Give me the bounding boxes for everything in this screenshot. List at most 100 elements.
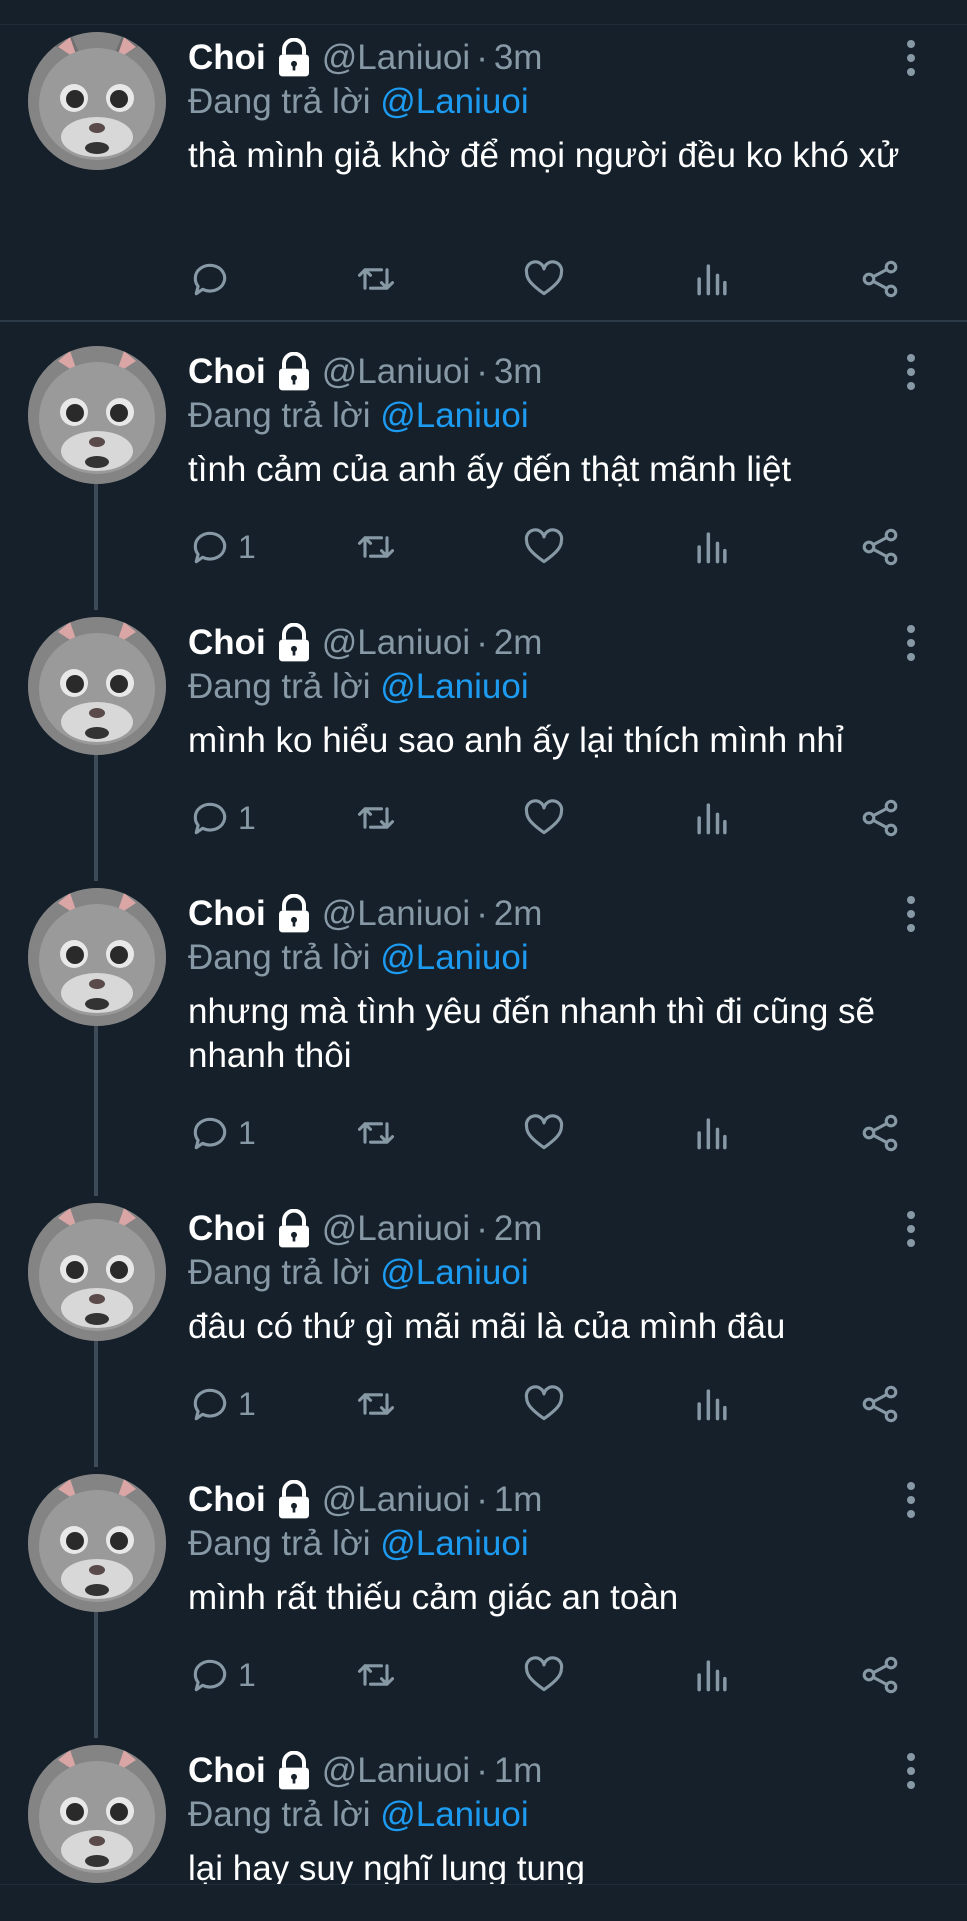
handle[interactable]: @Laniuoi — [322, 621, 470, 665]
timestamp[interactable]: 2m — [494, 621, 543, 665]
like-button[interactable] — [522, 1650, 566, 1700]
avatar[interactable] — [28, 346, 166, 484]
more-vertical-icon[interactable] — [896, 1478, 926, 1522]
handle[interactable]: @Laniuoi — [322, 1478, 470, 1522]
reply-icon — [193, 1659, 227, 1692]
replying-to: Đang trả lời @Laniuoi — [188, 80, 529, 124]
lock-icon — [278, 352, 309, 391]
mention-link[interactable]: @Laniuoi — [380, 1253, 528, 1292]
timestamp[interactable]: 3m — [494, 350, 543, 394]
mention-link[interactable]: @Laniuoi — [380, 667, 528, 706]
retweet-button[interactable] — [354, 522, 398, 572]
heart-icon — [524, 528, 564, 564]
handle[interactable]: @Laniuoi — [322, 1207, 470, 1251]
reply-button[interactable]: 1 — [188, 793, 256, 843]
share-button[interactable] — [858, 1108, 902, 1158]
tweet-actions: 1 — [188, 1379, 928, 1429]
timestamp[interactable]: 1m — [494, 1478, 543, 1522]
timestamp[interactable]: 1m — [494, 1749, 543, 1793]
more-vertical-icon[interactable] — [896, 621, 926, 665]
views-button[interactable] — [690, 1379, 734, 1429]
views-button[interactable] — [690, 1108, 734, 1158]
tweet-separator — [0, 320, 967, 322]
display-name[interactable]: Choi — [188, 1207, 266, 1251]
avatar[interactable] — [28, 32, 166, 170]
reply-button[interactable]: 1 — [188, 1650, 256, 1700]
heart-icon — [524, 1114, 564, 1150]
retweet-button[interactable] — [354, 793, 398, 843]
top-divider — [0, 24, 967, 25]
share-icon — [862, 1114, 898, 1152]
share-button[interactable] — [858, 793, 902, 843]
like-button[interactable] — [522, 254, 566, 304]
mention-link[interactable]: @Laniuoi — [380, 82, 528, 121]
heart-icon — [524, 799, 564, 835]
avatar[interactable] — [28, 888, 166, 1026]
share-button[interactable] — [858, 522, 902, 572]
avatar[interactable] — [28, 1474, 166, 1612]
display-name[interactable]: Choi — [188, 1749, 266, 1793]
timestamp[interactable]: 2m — [494, 892, 543, 936]
retweet-icon — [357, 1664, 395, 1686]
timestamp[interactable]: 3m — [494, 36, 543, 80]
more-vertical-icon[interactable] — [896, 350, 926, 394]
retweet-button[interactable] — [354, 1650, 398, 1700]
reply-count: 1 — [238, 528, 256, 565]
more-vertical-icon[interactable] — [896, 892, 926, 936]
avatar-image — [28, 1203, 166, 1341]
retweet-icon — [357, 807, 395, 829]
views-button[interactable] — [690, 1650, 734, 1700]
reply-count: 1 — [238, 1114, 256, 1151]
display-name[interactable]: Choi — [188, 36, 266, 80]
views-button[interactable] — [690, 522, 734, 572]
reply-count: 1 — [238, 799, 256, 836]
reply-button[interactable]: 1 — [188, 522, 256, 572]
views-button[interactable] — [690, 793, 734, 843]
replying-to-label: Đang trả lời — [188, 82, 371, 121]
thread-line — [94, 1026, 98, 1196]
reply-button[interactable] — [188, 254, 238, 304]
handle[interactable]: @Laniuoi — [322, 350, 470, 394]
bottom-edge — [0, 1884, 967, 1921]
timestamp[interactable]: 2m — [494, 1207, 543, 1251]
share-button[interactable] — [858, 1650, 902, 1700]
like-button[interactable] — [522, 1108, 566, 1158]
retweet-button[interactable] — [354, 1108, 398, 1158]
reply-button[interactable]: 1 — [188, 1379, 256, 1429]
more-vertical-icon[interactable] — [896, 1749, 926, 1793]
avatar[interactable] — [28, 1745, 166, 1883]
lock-icon — [278, 623, 309, 662]
share-button[interactable] — [858, 1379, 902, 1429]
handle[interactable]: @Laniuoi — [322, 892, 470, 936]
retweet-button[interactable] — [354, 254, 398, 304]
display-name[interactable]: Choi — [188, 892, 266, 936]
reply-icon — [193, 802, 227, 835]
display-name[interactable]: Choi — [188, 621, 266, 665]
mention-link[interactable]: @Laniuoi — [380, 396, 528, 435]
views-button[interactable] — [690, 254, 734, 304]
avatar[interactable] — [28, 1203, 166, 1341]
tweet-actions: 1 — [188, 522, 928, 572]
handle[interactable]: @Laniuoi — [322, 36, 470, 80]
display-name[interactable]: Choi — [188, 350, 266, 394]
like-button[interactable] — [522, 793, 566, 843]
replying-to-label: Đang trả lời — [188, 667, 371, 706]
replying-to-label: Đang trả lời — [188, 396, 371, 435]
retweet-button[interactable] — [354, 1379, 398, 1429]
avatar[interactable] — [28, 617, 166, 755]
like-button[interactable] — [522, 522, 566, 572]
mention-link[interactable]: @Laniuoi — [380, 1795, 528, 1834]
replying-to: Đang trả lời @Laniuoi — [188, 1793, 529, 1837]
more-vertical-icon[interactable] — [896, 36, 926, 80]
display-name[interactable]: Choi — [188, 1478, 266, 1522]
more-vertical-icon[interactable] — [896, 1207, 926, 1251]
dot-separator: · — [476, 38, 488, 77]
like-button[interactable] — [522, 1379, 566, 1429]
mention-link[interactable]: @Laniuoi — [380, 1524, 528, 1563]
share-button[interactable] — [858, 254, 902, 304]
reply-button[interactable]: 1 — [188, 1108, 256, 1158]
handle[interactable]: @Laniuoi — [322, 1749, 470, 1793]
mention-link[interactable]: @Laniuoi — [380, 938, 528, 977]
analytics-icon — [697, 1118, 727, 1150]
dot-separator: · — [476, 1480, 488, 1519]
